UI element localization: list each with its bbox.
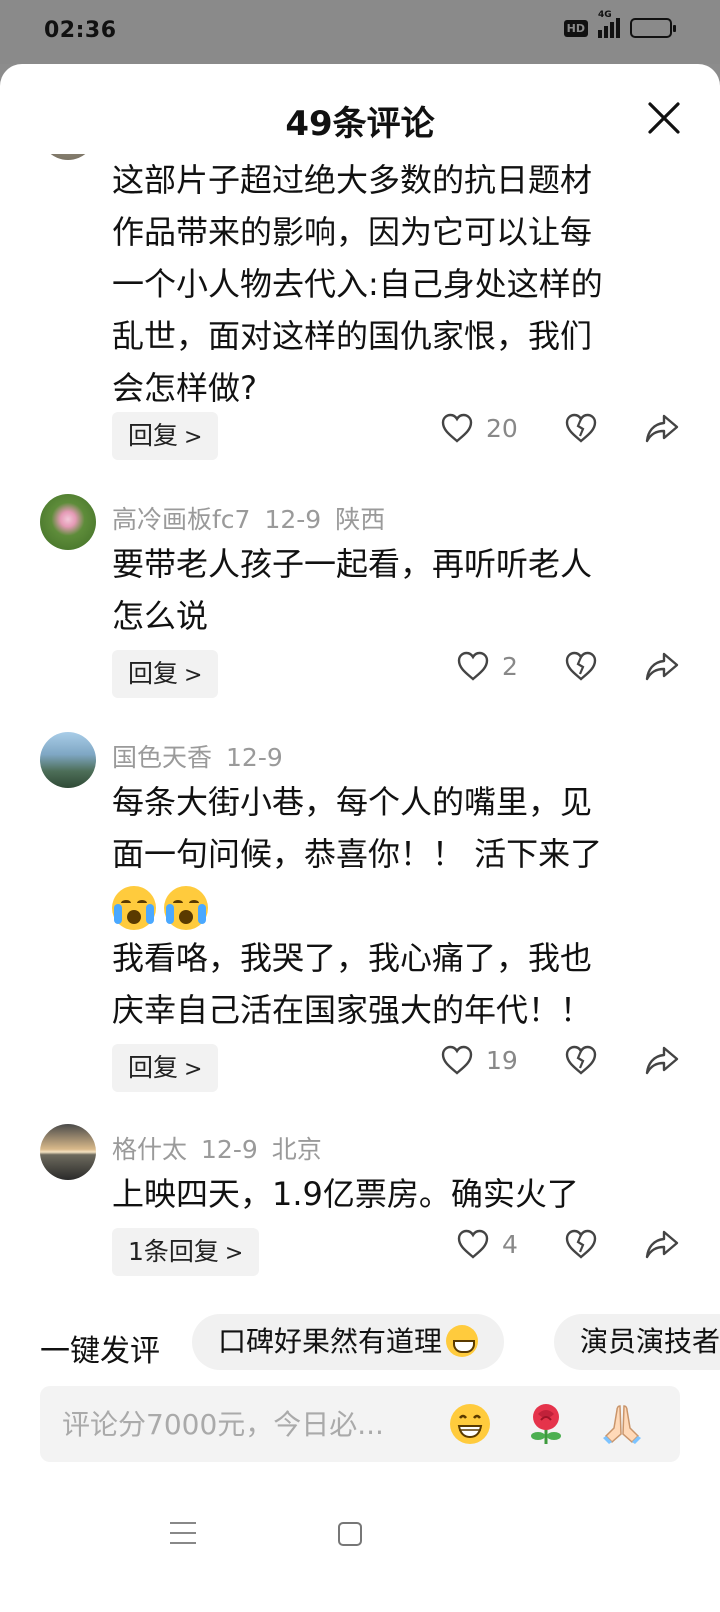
comment-actions: 20 bbox=[0, 412, 720, 460]
sheet-title: 49条评论 bbox=[285, 104, 435, 144]
avatar[interactable] bbox=[40, 1124, 96, 1180]
comment-text: 这部片子超过绝大多数的抗日题材 作品带来的影响，因为它可以让每 一个小人物去代入… bbox=[112, 161, 603, 407]
system-nav-bar bbox=[0, 1484, 720, 1612]
like-count: 19 bbox=[486, 1045, 518, 1075]
broken-heart-icon bbox=[565, 413, 597, 443]
share-arrow-icon bbox=[645, 414, 679, 443]
share-button[interactable] bbox=[644, 650, 680, 682]
avatar[interactable] bbox=[40, 732, 96, 788]
broken-heart-icon bbox=[565, 1045, 597, 1075]
close-icon[interactable] bbox=[646, 100, 682, 136]
like-button[interactable]: 2 bbox=[456, 650, 518, 682]
signal-icon: 4G bbox=[598, 10, 620, 38]
menu-icon[interactable] bbox=[170, 1522, 196, 1548]
grinning-face-icon bbox=[446, 1325, 479, 1357]
dislike-button[interactable] bbox=[564, 412, 598, 444]
username[interactable]: 格什太 bbox=[112, 1135, 187, 1164]
heart-outline-icon bbox=[457, 651, 489, 681]
like-count: 2 bbox=[502, 651, 518, 681]
share-button[interactable] bbox=[644, 1228, 680, 1260]
battery-icon bbox=[630, 18, 676, 38]
heart-outline-icon bbox=[457, 1229, 489, 1259]
comment-meta: 国色天香 12-9 bbox=[112, 738, 297, 774]
grinning-face-icon[interactable] bbox=[448, 1402, 492, 1446]
like-button[interactable]: 20 bbox=[440, 412, 518, 444]
comment-text: 上映四天，1.9亿票房。确实火了 bbox=[112, 1175, 579, 1213]
share-arrow-icon bbox=[645, 1230, 679, 1259]
quick-comment-chip[interactable]: 口碑好果然有道理 bbox=[192, 1314, 505, 1370]
username[interactable]: 国色天香 bbox=[112, 743, 212, 772]
comment-list[interactable]: 这部片子超过绝大多数的抗日题材 作品带来的影响，因为它可以让每 一个小人物去代入… bbox=[0, 154, 720, 1354]
network-type: 4G bbox=[598, 10, 612, 20]
username[interactable]: 高冷画板fc7 bbox=[112, 505, 250, 534]
quick-comment-bar: 一键发评 口碑好果然有道理 演员演技者 bbox=[0, 1314, 720, 1374]
emoji-row bbox=[112, 880, 672, 932]
comment-date: 12-9 bbox=[201, 1135, 258, 1164]
share-button[interactable] bbox=[644, 1044, 680, 1076]
share-button[interactable] bbox=[644, 412, 680, 444]
comment-input-box bbox=[40, 1386, 680, 1462]
sheet-header: 49条评论 bbox=[0, 64, 720, 168]
comment-date: 12-9 bbox=[264, 505, 322, 534]
broken-heart-icon bbox=[565, 1229, 597, 1259]
crying-face-icon bbox=[112, 886, 156, 930]
status-bar: 02:36 HD 4G bbox=[0, 0, 720, 64]
hd-icon: HD bbox=[563, 19, 588, 37]
comment-actions: 2 bbox=[0, 650, 720, 698]
comment-meta: 格什太 12-9 北京 bbox=[112, 1130, 336, 1166]
quick-comment-chip[interactable]: 演员演技者 bbox=[554, 1314, 720, 1370]
comment-text: 要带老人孩子一起看，再听听老人 怎么说 bbox=[112, 545, 593, 635]
comment-location: 北京 bbox=[271, 1135, 322, 1164]
avatar[interactable] bbox=[40, 154, 96, 160]
like-count: 20 bbox=[486, 413, 518, 443]
crying-face-icon bbox=[164, 886, 208, 930]
comment-actions: 4 bbox=[0, 1228, 720, 1276]
comment-actions: 19 bbox=[0, 1044, 720, 1092]
like-button[interactable]: 19 bbox=[440, 1044, 518, 1076]
comment-text: 每条大街小巷，每个人的嘴里，见 面一句问候，恭喜你！！ 活下来了 我看咯，我哭了… bbox=[112, 776, 672, 1036]
status-icons: HD 4G bbox=[563, 10, 676, 38]
comment-meta: 高冷画板fc7 12-9 陕西 bbox=[112, 500, 399, 536]
comment-input[interactable] bbox=[62, 1386, 432, 1462]
heart-outline-icon bbox=[441, 1045, 473, 1075]
heart-outline-icon bbox=[441, 413, 473, 443]
quick-comment-label: 一键发评 bbox=[40, 1334, 160, 1369]
like-count: 4 bbox=[502, 1229, 518, 1259]
rose-icon[interactable] bbox=[524, 1402, 568, 1446]
dislike-button[interactable] bbox=[564, 650, 598, 682]
dislike-button[interactable] bbox=[564, 1228, 598, 1260]
broken-heart-icon bbox=[565, 651, 597, 681]
share-arrow-icon bbox=[645, 1046, 679, 1075]
home-square-icon[interactable] bbox=[338, 1522, 362, 1546]
like-button[interactable]: 4 bbox=[456, 1228, 518, 1260]
comment-sheet: 49条评论 这部片子超过绝大多数的抗日题材 作品带来的影响，因为它可以让每 一个… bbox=[0, 64, 720, 1612]
share-arrow-icon bbox=[645, 652, 679, 681]
praying-hands-icon[interactable] bbox=[600, 1402, 644, 1446]
comment-date: 12-9 bbox=[226, 743, 283, 772]
dislike-button[interactable] bbox=[564, 1044, 598, 1076]
status-time: 02:36 bbox=[44, 18, 117, 43]
avatar[interactable] bbox=[40, 494, 96, 550]
comment-location: 陕西 bbox=[335, 505, 386, 534]
